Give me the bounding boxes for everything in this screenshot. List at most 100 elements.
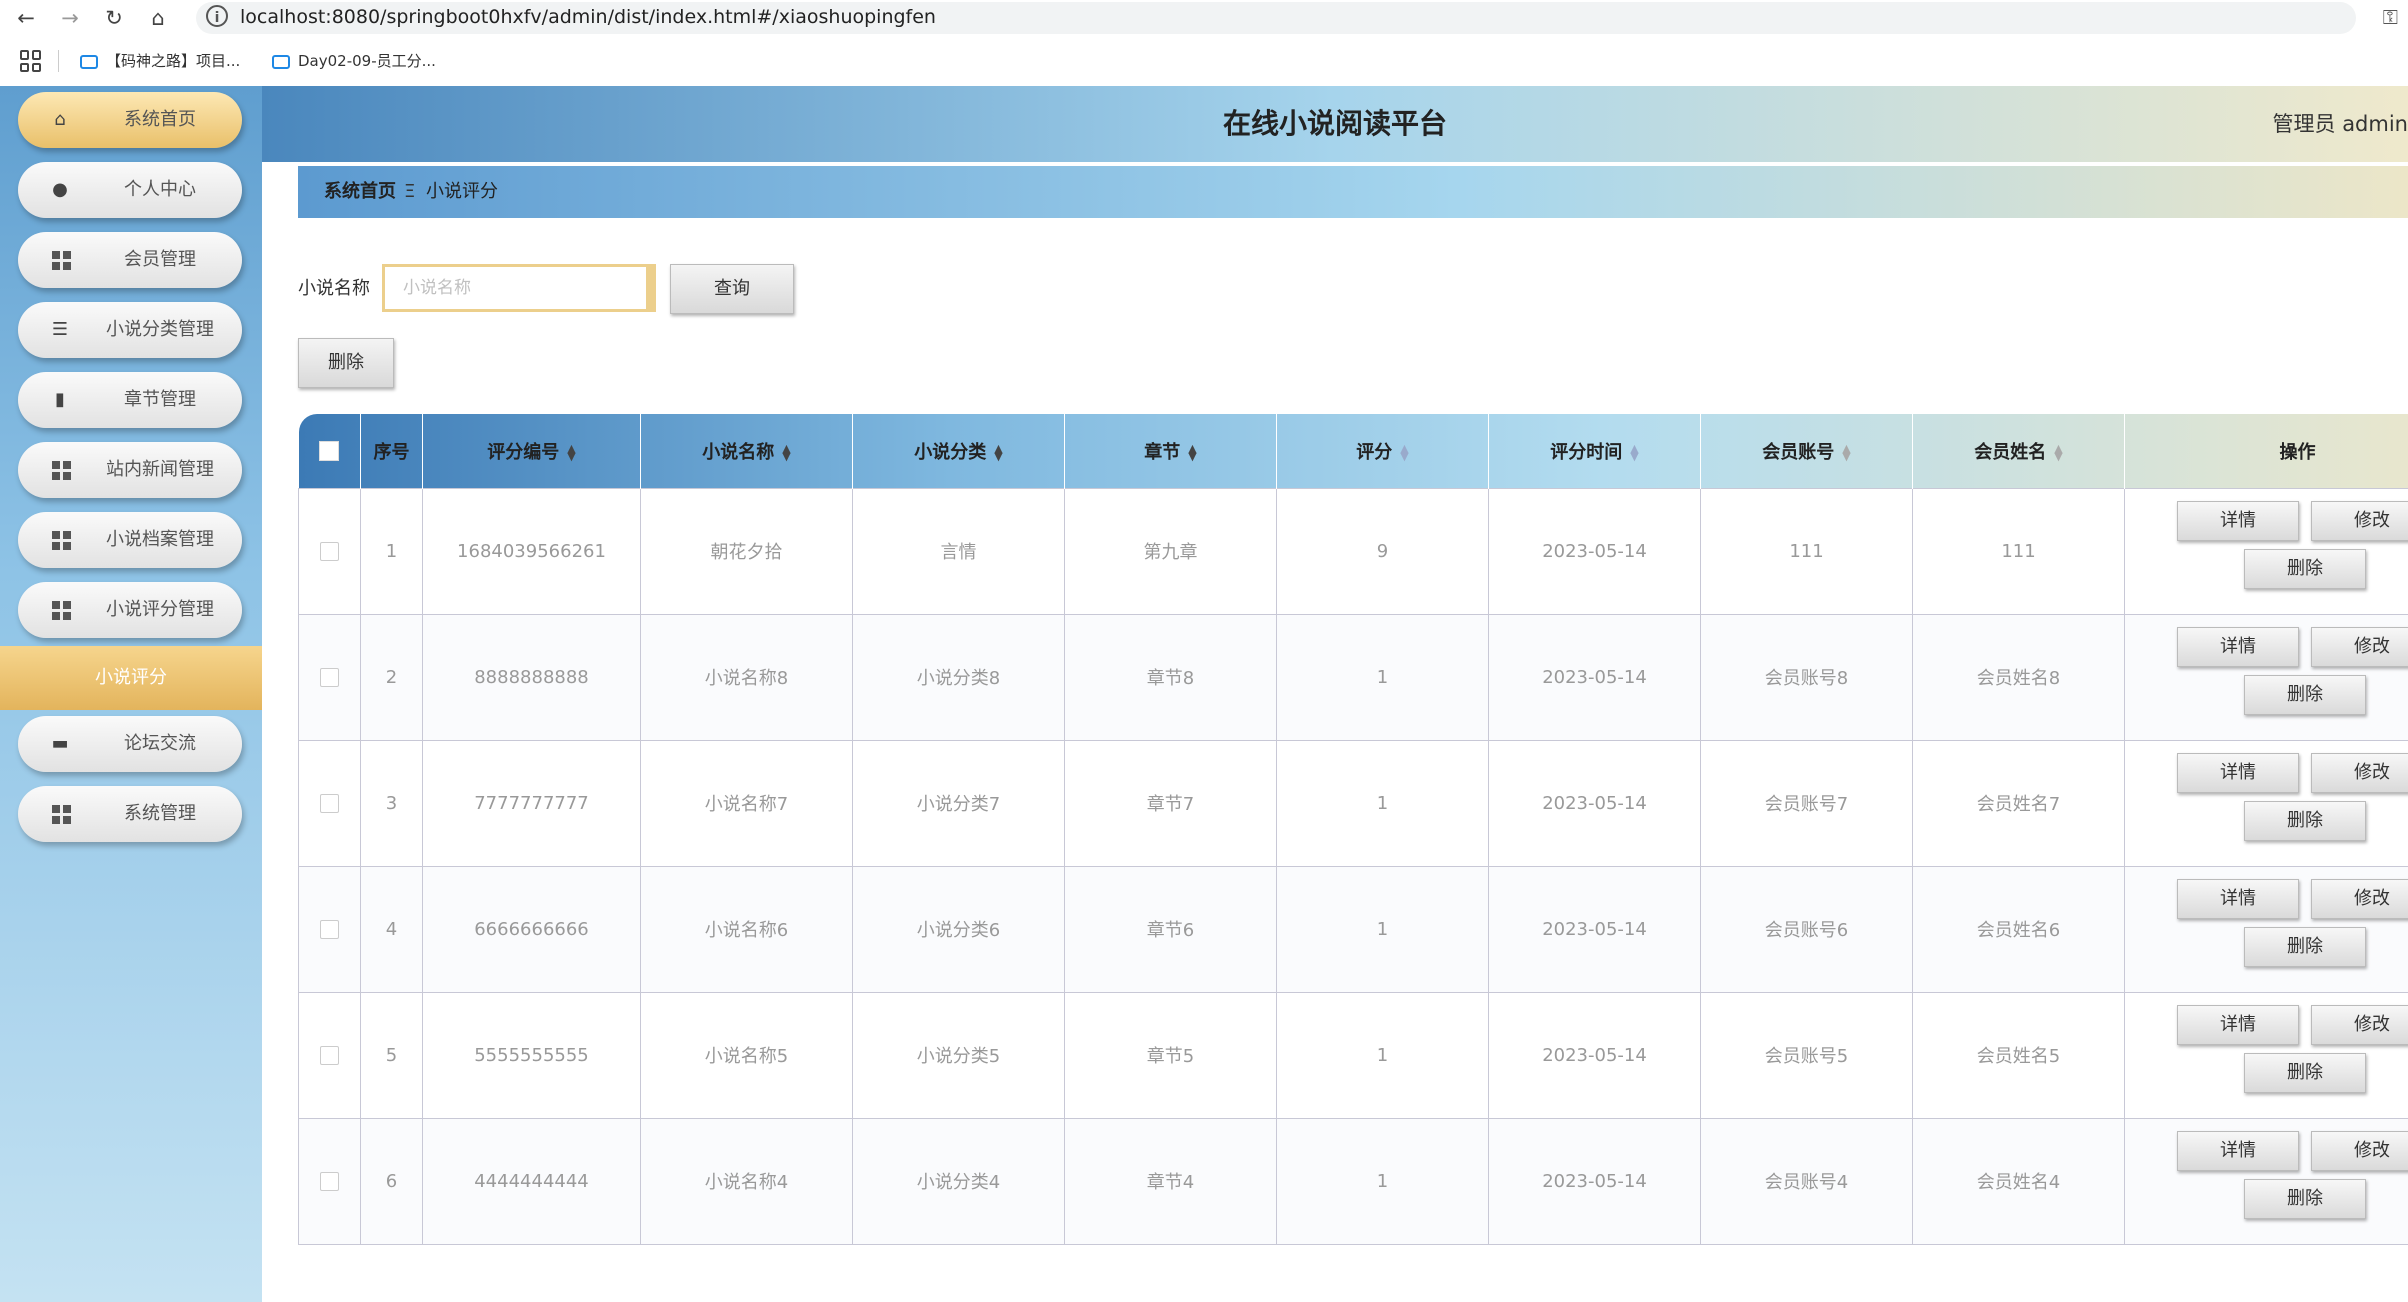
cell-novel-category: 小说分类4	[852, 1117, 1065, 1245]
detail-button[interactable]: 详情	[2177, 626, 2299, 667]
edit-button[interactable]: 修改	[2311, 1004, 2408, 1045]
row-delete-button[interactable]: 删除	[2244, 548, 2366, 589]
row-checkbox[interactable]	[320, 1172, 339, 1191]
sidebar-item-news[interactable]: 站内新闻管理	[18, 442, 242, 498]
data-table: 序号 评分编号 ▲ ▼ 小说名称 ▲ ▼ 小说分类 ▲ ▼ 章节 ▲ ▼ 评分 ▲ ▼ 评分时间 ▲ ▼…	[298, 414, 2408, 1302]
column-header-score[interactable]: 评分 ▲ ▼	[1276, 414, 1489, 488]
cell-rating-time: 2023-05-14	[1488, 487, 1701, 615]
table-row: 3 7777777777 小说名称7 小说分类7 章节7 1 2023-05-14 会员账号7…	[298, 739, 2408, 867]
column-header-category[interactable]: 小说分类 ▲ ▼	[852, 414, 1065, 488]
cell-chapter: 章节5	[1064, 991, 1277, 1119]
info-icon[interactable]: i	[206, 5, 228, 27]
sort-icon[interactable]: ▲ ▼	[1400, 443, 1408, 462]
sidebar-item-novel-archive[interactable]: 小说档案管理	[18, 512, 242, 568]
sort-icon[interactable]: ▲ ▼	[1630, 443, 1638, 462]
column-header-label: 小说分类	[914, 441, 987, 463]
cell-novel-name: 朝花夕拾	[640, 487, 853, 615]
query-button[interactable]: 查询	[670, 264, 794, 314]
home-icon[interactable]: ⌂	[144, 4, 172, 32]
reload-icon[interactable]: ↻	[100, 4, 128, 32]
row-delete-button[interactable]: 删除	[2244, 800, 2366, 841]
bookmark-label: Day02-09-员工分...	[298, 52, 436, 70]
select-all-checkbox[interactable]	[319, 441, 340, 462]
sidebar-item-label: 小说评分管理	[106, 599, 214, 620]
forward-arrow-icon[interactable]: →	[56, 4, 84, 32]
column-header-actions: 操作	[2124, 414, 2408, 488]
back-arrow-icon[interactable]: ←	[12, 4, 40, 32]
sort-icon[interactable]: ▲ ▼	[567, 443, 575, 462]
cell-member-name: 会员姓名4	[1912, 1117, 2125, 1245]
cell-score: 1	[1276, 613, 1489, 741]
sort-icon[interactable]: ▲ ▼	[1188, 443, 1196, 462]
detail-button[interactable]: 详情	[2177, 500, 2299, 541]
detail-button[interactable]: 详情	[2177, 1004, 2299, 1045]
row-checkbox[interactable]	[320, 542, 339, 561]
column-header-chapter[interactable]: 章节 ▲ ▼	[1064, 414, 1277, 488]
row-checkbox[interactable]	[320, 920, 339, 939]
bookmark-item-2[interactable]: Day02-09-员工分...	[272, 48, 436, 74]
cell-actions: 详情 修改删除	[2124, 613, 2408, 741]
row-checkbox[interactable]	[320, 1046, 339, 1065]
column-header-index: 序号	[360, 414, 423, 488]
cell-member-name: 会员姓名7	[1912, 739, 2125, 867]
app-header: 在线小说阅读平台 管理员 admin	[262, 86, 2408, 162]
search-input[interactable]	[382, 264, 656, 312]
sidebar-item-system[interactable]: 系统管理	[18, 786, 242, 842]
sidebar-item-home[interactable]: ⌂ 系统首页	[18, 92, 242, 148]
cell-actions: 详情 修改删除	[2124, 865, 2408, 993]
cell-chapter: 章节6	[1064, 865, 1277, 993]
sidebar-item-members[interactable]: 会员管理	[18, 232, 242, 288]
bookmarks-bar: 【码神之路】项目... Day02-09-员工分...	[0, 36, 2408, 86]
current-user[interactable]: 管理员 admin	[2273, 86, 2408, 162]
edit-button[interactable]: 修改	[2311, 878, 2408, 919]
row-delete-button[interactable]: 删除	[2244, 1178, 2366, 1219]
detail-button[interactable]: 详情	[2177, 878, 2299, 919]
sort-icon[interactable]: ▲ ▼	[1842, 443, 1850, 462]
sidebar-item-forum[interactable]: ▬ 论坛交流	[18, 716, 242, 772]
breadcrumb-home[interactable]: 系统首页	[324, 166, 396, 218]
url-text[interactable]: localhost:8080/springboot0hxfv/admin/dis…	[240, 3, 936, 31]
edit-button[interactable]: 修改	[2311, 626, 2408, 667]
edit-button[interactable]: 修改	[2311, 500, 2408, 541]
sidebar-item-novel-category[interactable]: ☰ 小说分类管理	[18, 302, 242, 358]
edit-button[interactable]: 修改	[2311, 1130, 2408, 1171]
key-icon[interactable]: ⚿	[2383, 5, 2398, 29]
sort-icon[interactable]: ▲ ▼	[2054, 443, 2062, 462]
delete-button[interactable]: 删除	[298, 338, 394, 388]
cell-member-account: 会员账号8	[1700, 613, 1913, 741]
apps-grid-icon[interactable]	[20, 50, 42, 72]
bookmark-item-1[interactable]: 【码神之路】项目...	[80, 48, 240, 74]
grid-icon	[52, 461, 71, 480]
cell-chapter: 章节7	[1064, 739, 1277, 867]
detail-button[interactable]: 详情	[2177, 752, 2299, 793]
cell-score: 9	[1276, 487, 1489, 615]
row-delete-button[interactable]: 删除	[2244, 674, 2366, 715]
column-header-label: 评分编号	[487, 441, 560, 463]
column-header-label: 会员姓名	[1974, 441, 2047, 463]
row-delete-button[interactable]: 删除	[2244, 926, 2366, 967]
sidebar-item-chapters[interactable]: ▮ 章节管理	[18, 372, 242, 428]
row-delete-button[interactable]: 删除	[2244, 1052, 2366, 1093]
home-icon: ⌂	[54, 109, 66, 130]
row-select-cell	[298, 487, 361, 615]
column-header-member-name[interactable]: 会员姓名 ▲ ▼	[1912, 414, 2125, 488]
sort-icon[interactable]: ▲ ▼	[782, 443, 790, 462]
sidebar-item-rating-mgmt[interactable]: 小说评分管理	[18, 582, 242, 638]
column-header-member-account[interactable]: 会员账号 ▲ ▼	[1700, 414, 1913, 488]
row-checkbox[interactable]	[320, 668, 339, 687]
detail-button[interactable]: 详情	[2177, 1130, 2299, 1171]
cell-novel-name: 小说名称8	[640, 613, 853, 741]
bookmark-separator	[58, 50, 59, 72]
sort-icon[interactable]: ▲ ▼	[994, 443, 1002, 462]
column-header-rating-id[interactable]: 评分编号 ▲ ▼	[422, 414, 641, 488]
sidebar-item-label: 小说分类管理	[106, 319, 214, 340]
row-select-cell	[298, 865, 361, 993]
edit-button[interactable]: 修改	[2311, 752, 2408, 793]
sidebar-subitem-rating[interactable]: 小说评分	[0, 646, 262, 710]
sidebar-item-personal[interactable]: ● 个人中心	[18, 162, 242, 218]
column-header-novel-name[interactable]: 小说名称 ▲ ▼	[640, 414, 853, 488]
cell-rating-time: 2023-05-14	[1488, 739, 1701, 867]
column-header-rating-time[interactable]: 评分时间 ▲ ▼	[1488, 414, 1701, 488]
table-row: 4 6666666666 小说名称6 小说分类6 章节6 1 2023-05-14 会员账号6…	[298, 865, 2408, 993]
row-checkbox[interactable]	[320, 794, 339, 813]
